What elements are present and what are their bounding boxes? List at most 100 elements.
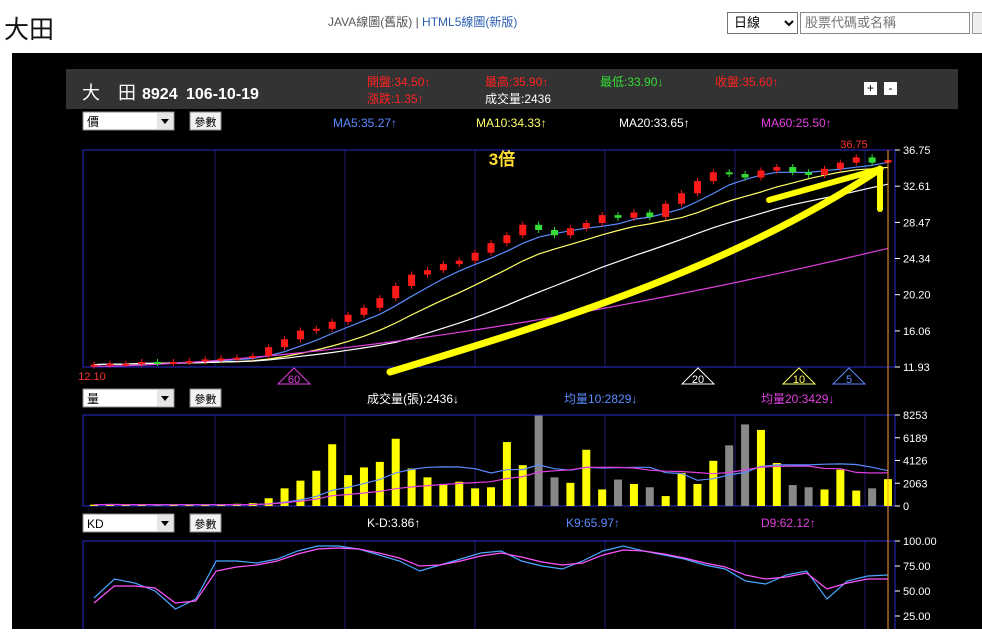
candle (630, 212, 638, 218)
java-chart-link[interactable]: JAVA線圖(舊版) (328, 15, 412, 29)
moving-average-lines (93, 161, 889, 367)
annotation-label: 3倍 (489, 149, 515, 169)
search-button[interactable] (972, 12, 982, 34)
stock-code: 8924 (142, 86, 178, 103)
price-change: 漲跌:1.35↑ (367, 91, 424, 106)
candle (439, 264, 447, 271)
volume-bar (375, 461, 384, 506)
candle (471, 252, 479, 261)
volume-bar (264, 498, 273, 506)
period-marker-label: 60 (288, 374, 300, 386)
period-marker-label: 10 (793, 374, 805, 386)
period-marker-label: 5 (846, 374, 852, 386)
volume-bar (852, 490, 861, 506)
volume-params-label: 參數 (195, 392, 217, 406)
candle (598, 215, 606, 224)
period-select[interactable]: 日線 (727, 12, 798, 34)
ma-period-markers: 60 20 10 5 (276, 367, 867, 386)
candle (296, 330, 304, 340)
volume-bars (90, 415, 892, 506)
volume-bar (423, 477, 432, 506)
candle (582, 223, 590, 229)
candle (836, 162, 844, 169)
volume-bar (804, 487, 813, 506)
kd-grid (214, 541, 866, 633)
candle (741, 174, 749, 178)
trend-arrow (386, 165, 884, 376)
volume-bar (344, 475, 353, 506)
volume-bar (868, 488, 877, 506)
d9-legend: D9:62.12↑ (761, 516, 816, 530)
volume-indicator-value: 量 (87, 392, 99, 406)
volume-bar (614, 479, 623, 506)
avg20-legend: 均量20:3429↓ (761, 392, 834, 406)
candle (503, 235, 511, 244)
candle (820, 168, 828, 175)
volume-bar (836, 469, 845, 506)
candle (693, 181, 701, 194)
volume-bar (598, 489, 607, 506)
chart-frame: 大 田 8924 106-10-19 開盤:34.50↑ 漲跌:1.35↑ 最高… (12, 53, 982, 633)
close-price: 收盤:35.60↑ (715, 75, 778, 89)
candle (217, 358, 225, 361)
volume-bar (629, 483, 638, 506)
candle (344, 314, 352, 322)
candle (487, 243, 495, 253)
candle (519, 224, 527, 236)
volume-bar (534, 415, 543, 506)
candle (312, 328, 320, 331)
html5-chart-link[interactable]: HTML5線圖(新版) (422, 15, 517, 29)
y-tick-label: 36.75 (903, 145, 931, 157)
ma5-legend: MA5:35.27↑ (333, 116, 397, 130)
quote-date: 106-10-19 (186, 86, 259, 103)
candle (169, 362, 177, 365)
candle (122, 363, 130, 366)
ma10-legend: MA10:34.33↑ (476, 116, 547, 130)
volume-bar (677, 472, 686, 506)
candle (328, 321, 336, 329)
y-tick-label: 6189 (903, 433, 927, 445)
candle (408, 274, 416, 286)
stock-name: 大 田 (82, 83, 136, 103)
volume-total: 成交量:2436 (485, 91, 551, 106)
candle (805, 172, 813, 175)
price-params-label: 參數 (195, 115, 217, 129)
y-tick-label: 8253 (903, 410, 927, 422)
candle (423, 270, 431, 275)
volume-bar (471, 488, 480, 506)
candle (852, 157, 860, 163)
price-y-axis: 36.75 32.61 28.47 24.34 20.20 16.06 11.93 (895, 145, 931, 374)
stock-search-input[interactable] (800, 12, 970, 34)
period-marker-label: 20 (692, 374, 704, 386)
volume-bar (359, 467, 368, 506)
kd-indicator-value: KD (87, 517, 104, 531)
y-tick-label: 50.00 (903, 586, 931, 598)
y-tick-label: 11.93 (903, 362, 930, 374)
candle (709, 172, 717, 182)
volume-bar (741, 424, 750, 506)
candle (233, 357, 241, 360)
volume-bar (788, 485, 797, 506)
y-tick-label: 0 (903, 501, 909, 513)
zoom-in-icon: + (867, 81, 874, 95)
volume-bar (566, 482, 575, 506)
y-tick-label: 28.47 (903, 217, 931, 229)
ma60-legend: MA60:25.50↑ (761, 116, 832, 130)
candle (789, 167, 797, 173)
candle (773, 167, 781, 171)
y-tick-label: 4126 (903, 456, 927, 468)
volume-bar (502, 442, 511, 506)
low-price: 最低:33.90↓ (600, 75, 663, 89)
stock-chart: 大 田 8924 106-10-19 開盤:34.50↑ 漲跌:1.35↑ 最高… (66, 69, 958, 633)
high-price: 最高:35.90↑ (485, 74, 548, 89)
ma20-legend: MA20:33.65↑ (619, 116, 690, 130)
kd-y-axis: 100.00 75.00 50.00 25.00 (895, 536, 937, 623)
candle (265, 347, 273, 356)
volume-bar (518, 465, 527, 506)
candle (154, 362, 162, 365)
candle (201, 359, 209, 362)
version-links: JAVA線圖(舊版) | HTML5線圖(新版) (328, 13, 517, 30)
y-tick-label: 25.00 (903, 611, 931, 623)
low-price-label: 12.10 (78, 371, 106, 383)
kd-lines (93, 545, 889, 610)
